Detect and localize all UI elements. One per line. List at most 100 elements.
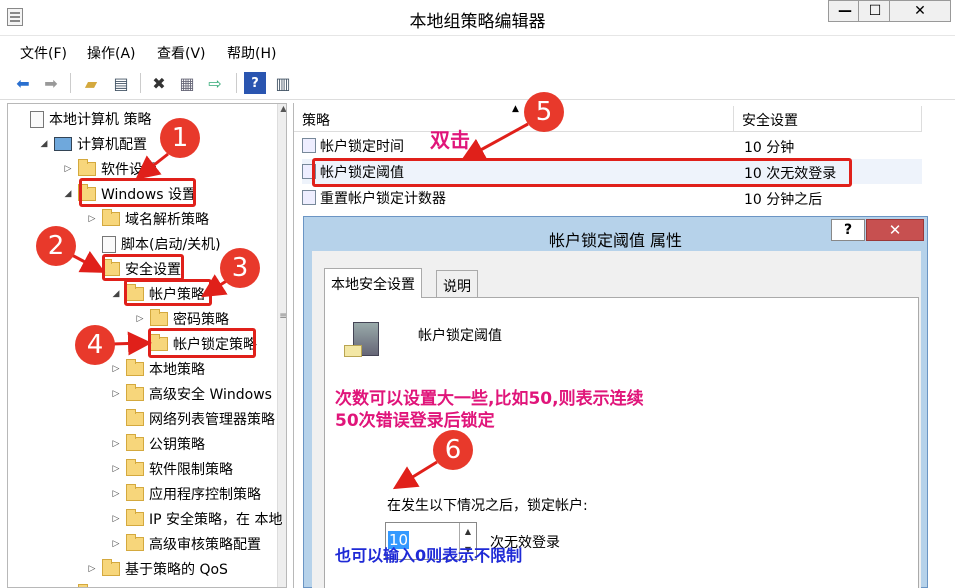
forward-arrow-icon[interactable]: ➡ [40,72,62,94]
dialog-help-button[interactable]: ? [831,219,865,241]
expand-arrow-icon[interactable]: ▷ [110,514,122,524]
tree-item-label: 脚本(启动/关机) [121,237,221,253]
toolbar: ⬅ ➡ ▰ ▤ ✖ ▦ ⇨ ? ▥ [0,66,955,100]
tree-item-label: 基于策略的 QoS [125,562,228,578]
tree-item-label: 软件限制策略 [149,462,233,478]
column-header-policy[interactable]: 策略 ▲ [294,104,734,132]
tab-local-security-setting[interactable]: 本地安全设置 [324,268,422,298]
tree-item[interactable]: ▷ 高级安全 Windows [110,382,272,406]
zero-unlimited-note: 也可以输入0则表示不限制 [335,546,523,565]
tree-item[interactable]: ◢ 计算机配置 [38,132,147,156]
step-badge-2: 2 [36,226,76,266]
window-title: 本地组策略编辑器 [409,12,546,32]
collapse-arrow-icon[interactable]: ◢ [86,264,98,274]
tab-explain[interactable]: 说明 [436,270,478,298]
title-bar: 本地组策略编辑器 — ☐ ✕ [0,0,955,36]
tree-item-label: 计算机配置 [77,137,147,153]
console-view-icon[interactable]: ▥ [272,72,294,94]
policy-icon [302,190,316,205]
menu-action[interactable]: 操作(A) [87,43,136,63]
properties-icon[interactable]: ▦ [176,72,198,94]
collapse-arrow-icon[interactable]: ◢ [62,189,74,199]
tree-item[interactable]: ▷ IP 安全策略，在 本地 [110,507,282,531]
minimize-button[interactable]: — [828,0,862,22]
folder-icon [126,534,144,551]
folder-icon [126,459,144,476]
close-button[interactable]: ✕ [889,0,951,22]
folder-icon [126,484,144,501]
tree-item-label: 应用程序控制策略 [149,487,261,503]
policy-icon [302,138,316,153]
expand-arrow-icon[interactable]: ▷ [62,164,74,174]
tree-item-label: 高级审核策略配置 [149,537,261,553]
tree-item[interactable]: ▷ 公钥策略 [110,432,205,456]
back-arrow-icon[interactable]: ⬅ [12,72,34,94]
expand-arrow-icon[interactable]: ▷ [110,389,122,399]
tree-item-label: 软件设置 [101,162,157,178]
maximize-button[interactable]: ☐ [858,0,892,22]
policy-row-reset-counter[interactable]: 重置帐户锁定计数器 10 分钟之后 [302,185,922,210]
expand-arrow-icon[interactable]: ▷ [110,364,122,374]
tree-item[interactable]: 脚本(启动/关机) [86,232,221,256]
export-list-icon[interactable]: ⇨ [204,72,226,94]
tree-item-label: 本地计算机 策略 [49,112,152,128]
tree-item-label: 高级安全 Windows [149,387,272,403]
menu-help[interactable]: 帮助(H) [227,43,276,63]
show-hide-tree-icon[interactable]: ▤ [110,72,132,94]
expand-arrow-icon[interactable]: ▷ [110,539,122,549]
step-badge-6: 6 [433,430,473,470]
tree-item-label: 本地策略 [149,362,205,378]
tree-item[interactable]: ▷ 应用程序控制策略 [110,482,261,506]
policy-page-icon [102,235,116,253]
menu-file[interactable]: 文件(F) [20,43,67,63]
expand-arrow-icon[interactable]: ▷ [110,439,122,449]
setting-name: 帐户锁定阈值 [418,328,502,344]
tree-item-label: 公钥策略 [149,437,205,453]
menu-view[interactable]: 查看(V) [157,43,206,63]
expand-arrow-icon[interactable]: ▷ [86,214,98,224]
highlight-account-policies [124,279,212,306]
folder-icon [126,359,144,376]
tree-item[interactable]: ▷ 本地策略 [110,357,205,381]
expand-arrow-icon[interactable]: ▷ [86,564,98,574]
policy-row-lockout-duration[interactable]: 帐户锁定时间 10 分钟 [302,133,922,158]
collapse-arrow-icon[interactable]: ◢ [110,289,122,299]
up-folder-icon[interactable]: ▰ [80,72,102,94]
delete-icon[interactable]: ✖ [148,72,170,94]
folder-icon [126,384,144,401]
tree-item[interactable]: 网络列表管理器策略 [110,407,275,431]
tree-item-label: 密码策略 [173,312,229,328]
spin-up-icon[interactable]: ▲ [460,523,476,541]
scroll-grip-icon[interactable]: ≡ [279,312,286,324]
expand-arrow-icon[interactable]: ▷ [110,464,122,474]
step-badge-4: 4 [75,325,115,365]
scroll-up-arrow-icon[interactable]: ▲ [278,104,286,118]
double-click-note: 双击 [430,128,470,152]
threshold-note-line-2: 50次错误登录后锁定 [335,411,495,431]
folder-icon [126,409,144,426]
sort-ascending-icon: ▲ [512,104,519,114]
tree-item[interactable]: ▷ 基于策略的 QoS [86,557,228,581]
collapse-arrow-icon[interactable]: ◢ [38,139,50,149]
dialog-close-button[interactable]: ✕ [866,219,924,241]
help-icon[interactable]: ? [244,72,266,94]
folder-icon [126,509,144,526]
expand-arrow-icon[interactable]: ▷ [134,314,146,324]
expand-arrow-icon[interactable]: ▷ [134,339,146,349]
tree-item-label: 管理模板 [101,584,157,587]
step-badge-5: 5 [524,92,564,132]
tree-item[interactable]: ▷ 软件限制策略 [110,457,233,481]
tree-item[interactable]: 本地计算机 策略 [14,107,151,131]
folder-icon [126,434,144,451]
server-icon [344,322,379,357]
lockout-prompt: 在发生以下情况之后，锁定帐户: [387,498,588,514]
tree-item[interactable]: ▷ 高级审核策略配置 [110,532,261,556]
highlight-windows-settings [79,178,196,207]
highlight-account-lockout-policy [148,328,256,358]
policy-page-icon [30,110,44,128]
tree-item[interactable]: ▷ 域名解析策略 [86,207,209,231]
highlight-lockout-threshold-row [312,158,852,187]
tree-item[interactable]: ▷管理模板 [62,582,157,587]
expand-arrow-icon[interactable]: ▷ [110,489,122,499]
column-header-setting[interactable]: 安全设置 [734,106,922,132]
